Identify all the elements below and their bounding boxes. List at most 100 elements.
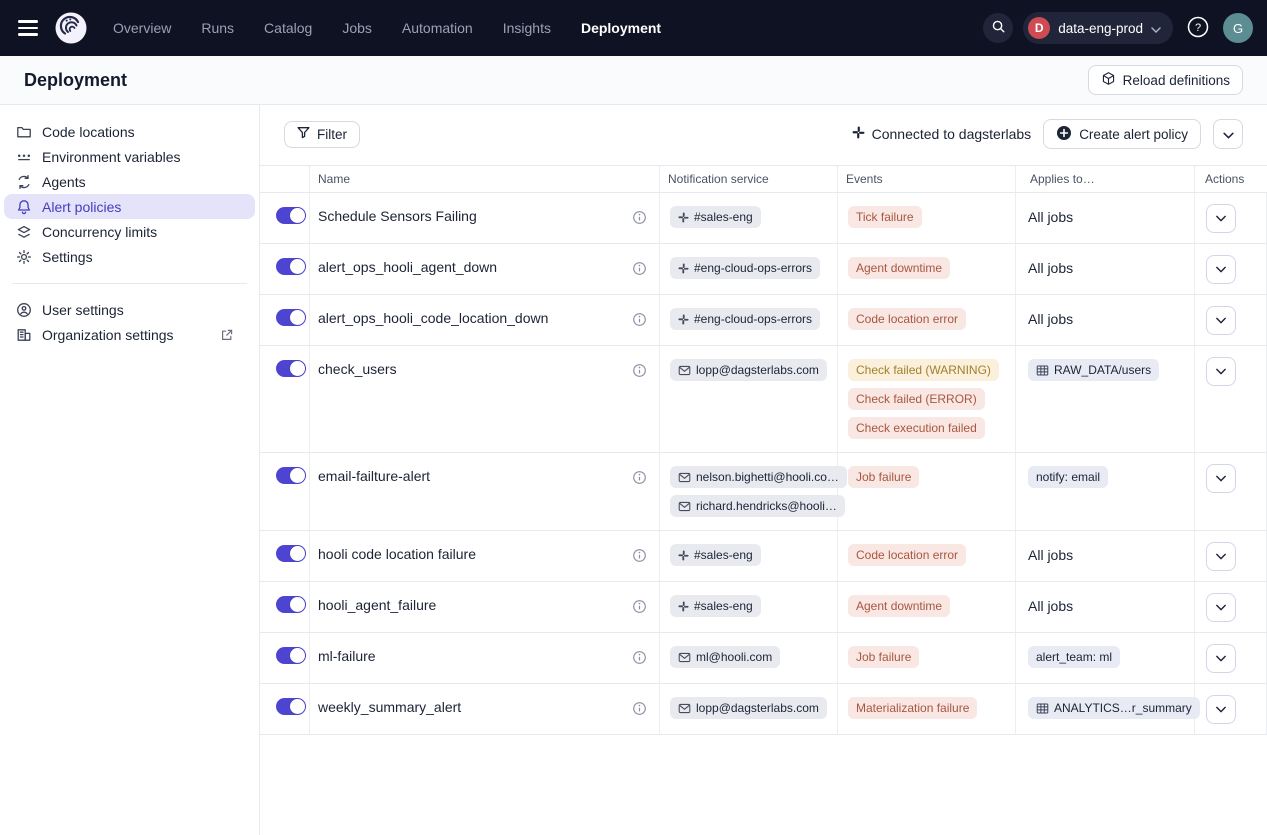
table-icon (1036, 364, 1049, 377)
alert-enabled-toggle[interactable] (276, 545, 306, 562)
main-nav: Overview Runs Catalog Jobs Automation In… (102, 14, 672, 42)
sidebar-item-code-locations[interactable]: Code locations (4, 119, 255, 144)
column-toggle (260, 166, 310, 192)
row-actions-button[interactable] (1206, 644, 1236, 673)
slack-icon (852, 126, 865, 142)
nav-item-runs[interactable]: Runs (190, 14, 245, 42)
sidebar-item-concurrency-limits[interactable]: Concurrency limits (4, 219, 255, 244)
filter-button[interactable]: Filter (284, 121, 360, 148)
alert-policies-main: Filter Connected to dagsterlabs Create a… (260, 105, 1267, 835)
nav-item-automation[interactable]: Automation (391, 14, 484, 42)
info-icon[interactable] (632, 312, 647, 327)
alert-enabled-toggle[interactable] (276, 647, 306, 664)
notification-chip: richard.hendricks@hooli… (670, 495, 845, 517)
event-chip: Agent downtime (848, 595, 950, 617)
sidebar-item-label: Environment variables (42, 149, 181, 165)
nav-item-overview[interactable]: Overview (102, 14, 182, 42)
alert-enabled-toggle[interactable] (276, 258, 306, 275)
table-row: hooli code location failure #sales-eng C… (260, 531, 1267, 582)
sidebar-item-organization-settings[interactable]: Organization settings (4, 322, 255, 347)
applies-chip: alert_team: ml (1028, 646, 1120, 668)
table-row: check_users lopp@dagsterlabs.com Check f… (260, 346, 1267, 453)
row-actions-button[interactable] (1206, 357, 1236, 386)
alert-policy-name: alert_ops_hooli_code_location_down (318, 310, 548, 326)
row-actions-button[interactable] (1206, 204, 1236, 233)
alert-enabled-toggle[interactable] (276, 360, 306, 377)
sidebar-item-label: Organization settings (42, 327, 209, 343)
nav-item-insights[interactable]: Insights (492, 14, 562, 42)
sidebar-item-alert-policies[interactable]: Alert policies (4, 194, 255, 219)
info-icon[interactable] (632, 210, 647, 225)
deployment-sidebar: Code locations Environment variables Age… (0, 105, 260, 835)
info-icon[interactable] (632, 363, 647, 378)
event-chip: Check failed (ERROR) (848, 388, 985, 410)
layers-icon (16, 224, 32, 240)
page-title: Deployment (24, 70, 127, 91)
workspace-badge: D (1028, 17, 1050, 39)
sidebar-item-user-settings[interactable]: User settings (4, 297, 255, 322)
create-alert-policy-button[interactable]: Create alert policy (1043, 119, 1201, 149)
event-chip: Tick failure (848, 206, 922, 228)
row-actions-button[interactable] (1206, 306, 1236, 335)
info-icon[interactable] (632, 650, 647, 665)
external-link-icon (219, 327, 235, 343)
alert-policy-name: Schedule Sensors Failing (318, 208, 477, 224)
sidebar-item-environment-variables[interactable]: Environment variables (4, 144, 255, 169)
sidebar-item-settings[interactable]: Settings (4, 244, 255, 269)
alert-enabled-toggle[interactable] (276, 207, 306, 224)
alert-enabled-toggle[interactable] (276, 467, 306, 484)
alert-enabled-toggle[interactable] (276, 596, 306, 613)
row-actions-button[interactable] (1206, 542, 1236, 571)
row-actions-button[interactable] (1206, 695, 1236, 724)
notification-chip: #eng-cloud-ops-errors (670, 257, 820, 279)
table-row: alert_ops_hooli_code_location_down #eng-… (260, 295, 1267, 346)
package-reload-icon (1101, 71, 1116, 89)
user-avatar[interactable]: G (1223, 13, 1253, 43)
search-button[interactable] (983, 13, 1013, 43)
applies-to-text: All jobs (1028, 544, 1073, 566)
row-actions-button[interactable] (1206, 464, 1236, 493)
slack-icon (678, 550, 689, 561)
alert-enabled-toggle[interactable] (276, 698, 306, 715)
nav-item-deployment[interactable]: Deployment (570, 14, 672, 42)
nav-item-catalog[interactable]: Catalog (253, 14, 323, 42)
nav-item-jobs[interactable]: Jobs (331, 14, 383, 42)
alert-policies-toolbar: Filter Connected to dagsterlabs Create a… (260, 105, 1267, 165)
slack-icon (678, 212, 689, 223)
column-notification-service: Notification service (660, 166, 838, 192)
event-chip: Agent downtime (848, 257, 950, 279)
reload-definitions-button[interactable]: Reload definitions (1088, 65, 1243, 95)
info-icon[interactable] (632, 261, 647, 276)
info-icon[interactable] (632, 599, 647, 614)
more-options-button[interactable] (1213, 119, 1243, 149)
info-icon[interactable] (632, 548, 647, 563)
help-button[interactable]: ? (1183, 13, 1213, 43)
alert-policies-table-body: Schedule Sensors Failing #sales-eng Tick… (260, 193, 1267, 735)
slack-icon (678, 263, 689, 274)
info-icon[interactable] (632, 701, 647, 716)
alert-enabled-toggle[interactable] (276, 309, 306, 326)
organization-icon (16, 327, 32, 343)
dagster-logo-icon[interactable] (54, 11, 88, 45)
column-actions: Actions (1195, 166, 1267, 192)
sidebar-item-agents[interactable]: Agents (4, 169, 255, 194)
sidebar-divider (12, 283, 247, 284)
alert-policy-name: weekly_summary_alert (318, 699, 461, 715)
event-chip: Job failure (848, 646, 919, 668)
hamburger-menu-icon[interactable] (14, 13, 44, 43)
info-icon[interactable] (632, 470, 647, 485)
event-chip: Code location error (848, 308, 966, 330)
alert-policy-name: check_users (318, 361, 397, 377)
alert-policy-name: ml-failure (318, 648, 376, 664)
table-row: hooli_agent_failure #sales-eng Agent dow… (260, 582, 1267, 633)
sync-icon (16, 174, 32, 190)
row-actions-button[interactable] (1206, 255, 1236, 284)
help-icon: ? (1187, 16, 1209, 41)
workspace-switcher[interactable]: D data-eng-prod (1023, 12, 1173, 44)
slack-icon (678, 601, 689, 612)
applies-chip: RAW_DATA/users (1028, 359, 1159, 381)
applies-to-text: All jobs (1028, 206, 1073, 228)
row-actions-button[interactable] (1206, 593, 1236, 622)
notification-chip: lopp@dagsterlabs.com (670, 359, 827, 381)
search-icon (991, 19, 1006, 37)
